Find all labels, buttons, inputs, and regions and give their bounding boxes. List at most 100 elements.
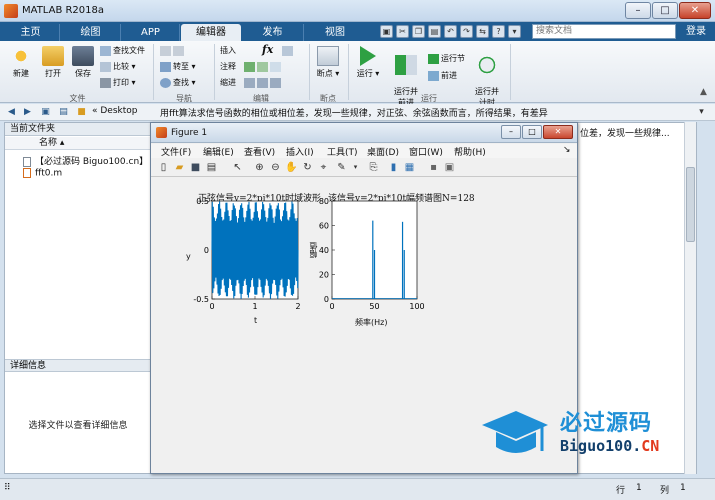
browse-folder-icon[interactable]: ▤ [58, 107, 69, 118]
subplot2-ytick-label: 60 [319, 222, 329, 231]
increase-indent-icon [257, 77, 268, 88]
nav-back-button[interactable] [160, 45, 186, 57]
figure-menu-file[interactable]: 文件(F) [161, 145, 191, 158]
current-path[interactable]: « Desktop [92, 106, 137, 116]
insert-button[interactable]: 插入 [220, 45, 236, 57]
zoom-out-icon[interactable]: ⊖ [269, 161, 282, 174]
ribbon-separator [309, 44, 310, 100]
figure-menu-desktop[interactable]: 桌面(D) [367, 145, 399, 158]
edit-plot-arrow-icon[interactable]: ↖ [231, 161, 244, 174]
save-figure-icon[interactable]: ■ [189, 161, 202, 174]
current-folder-description[interactable]: 用fft算法求信号函数的相位或相位差，发现一些规律，对正弦、余弦函数而言，所得结… [160, 106, 548, 119]
hide-plot-tools-icon[interactable]: ▪ [427, 161, 440, 174]
pan-hand-icon[interactable]: ✋ [285, 161, 298, 174]
insert-function-button[interactable]: fx [262, 44, 273, 56]
uncomment-icon [257, 61, 268, 72]
editor-text-snippet[interactable]: 位差，发现一些规律... [580, 126, 670, 139]
wrap-comment-icon [270, 61, 281, 72]
search-input[interactable]: 搜索文档 [532, 24, 676, 39]
run-button[interactable]: 运行 ▾ [353, 46, 383, 79]
breakpoint-group-label: 断点 [320, 94, 336, 103]
compare-button[interactable]: 比较 ▾ [100, 61, 136, 73]
breakpoints-button[interactable]: 断点 ▾ [313, 46, 343, 79]
indent-icons[interactable] [244, 77, 283, 89]
figure-menu-dock-icon[interactable]: ↘ [563, 145, 571, 155]
subplot1-xlabel: t [254, 316, 258, 325]
figure-menu-tools[interactable]: 工具(T) [327, 145, 358, 158]
file-list-item[interactable]: 【必过源码 Biguo100.cn】 [23, 154, 148, 167]
figure-menu-window[interactable]: 窗口(W) [409, 145, 443, 158]
print-icon [100, 77, 111, 88]
tab-apps[interactable]: APP [122, 24, 180, 41]
row-value: 1 [636, 483, 642, 493]
figure-close-button[interactable]: ✕ [543, 125, 573, 139]
switch-window-icon[interactable]: ⇆ [476, 25, 489, 38]
figure-menu-view[interactable]: 查看(V) [244, 145, 275, 158]
figure-maximize-button[interactable]: □ [522, 125, 542, 139]
customize-dropdown-icon[interactable]: ▾ [508, 25, 521, 38]
ribbon-collapse-icon[interactable]: ▲ [700, 87, 707, 97]
tab-publish[interactable]: 发布 [242, 24, 304, 41]
figure-menu-edit[interactable]: 编辑(E) [203, 145, 234, 158]
forward-arrow-icon[interactable]: ▶ [22, 107, 33, 118]
redo-icon[interactable]: ↷ [460, 25, 473, 38]
login-button[interactable]: 登录 [680, 24, 712, 39]
address-dropdown-icon[interactable]: ▾ [696, 107, 707, 118]
goto-button[interactable]: 转至 ▾ [160, 61, 196, 73]
run-section-button[interactable]: 运行节 [428, 53, 465, 65]
quick-paste-icon[interactable]: ▤ [428, 25, 441, 38]
open-file-icon[interactable]: ▰ [173, 161, 186, 174]
title-bar: MATLAB R2018a – □ ✕ [0, 0, 715, 22]
figure-menu-insert[interactable]: 插入(I) [286, 145, 314, 158]
goto-icon [160, 61, 171, 72]
indent-button[interactable]: 缩进 [220, 77, 236, 89]
tab-view[interactable]: 视图 [305, 24, 365, 41]
compare-icon [100, 61, 111, 72]
minimize-button[interactable]: – [625, 2, 651, 19]
figure-menu-bar: 文件(F) 编辑(E) 查看(V) 插入(I) 工具(T) 桌面(D) 窗口(W… [151, 144, 577, 158]
insert-legend-icon[interactable]: ▦ [403, 161, 416, 174]
details-hint-text: 选择文件以查看详细信息 [28, 421, 128, 431]
figure-minimize-button[interactable]: – [501, 125, 521, 139]
brush-dropdown-icon[interactable]: ▾ [349, 161, 362, 174]
quick-cut-icon[interactable]: ✂ [396, 25, 409, 38]
print-figure-icon[interactable]: ▤ [205, 161, 218, 174]
biguo-watermark: 必过源码 Biguo100.CN [480, 405, 715, 475]
maximize-button[interactable]: □ [652, 2, 678, 19]
show-plot-tools-icon[interactable]: ▣ [443, 161, 456, 174]
brush-icon[interactable]: ✎ [335, 161, 348, 174]
tab-plots[interactable]: 绘图 [61, 24, 121, 41]
up-folder-icon[interactable]: ▣ [40, 107, 51, 118]
save-button[interactable]: 保存 [68, 46, 98, 79]
tab-home[interactable]: 主页 [2, 24, 60, 41]
file-list-item[interactable]: fft0.m [23, 168, 62, 179]
help-icon[interactable]: ? [492, 25, 505, 38]
insert-dropdown-icon[interactable] [282, 45, 295, 57]
ribbon-separator [214, 44, 215, 100]
comment-button[interactable]: 注释 [220, 61, 236, 73]
quick-copy-icon[interactable]: ❐ [412, 25, 425, 38]
scrollbar-thumb[interactable] [686, 167, 695, 242]
zoom-in-icon[interactable]: ⊕ [253, 161, 266, 174]
advance-button[interactable]: 前进 [428, 70, 457, 82]
undo-icon[interactable]: ↶ [444, 25, 457, 38]
find-button[interactable]: 查找 ▾ [160, 77, 196, 89]
find-files-button[interactable]: 查找文件 [100, 45, 145, 57]
insert-colorbar-icon[interactable]: ▮ [387, 161, 400, 174]
back-arrow-icon[interactable]: ◀ [6, 107, 17, 118]
quick-save-icon[interactable]: ▣ [380, 25, 393, 38]
open-button[interactable]: 打开 [38, 46, 68, 79]
status-grip-icon: ⠿ [4, 483, 11, 493]
link-plot-icon[interactable]: ⎘ [367, 161, 380, 174]
figure-menu-help[interactable]: 帮助(H) [454, 145, 486, 158]
rotate-3d-icon[interactable]: ↻ [301, 161, 314, 174]
new-button[interactable]: 新建 [5, 46, 37, 79]
data-cursor-icon[interactable]: ⌖ [317, 161, 330, 174]
subplot2-axes: 0 50 100 0 20 40 60 80 [319, 198, 425, 311]
comment-icons[interactable] [244, 61, 283, 73]
new-figure-icon[interactable]: ▯ [157, 161, 170, 174]
tab-editor[interactable]: 编辑器 [181, 24, 241, 41]
close-button[interactable]: ✕ [679, 2, 711, 19]
name-column-header[interactable]: 名称 ▴ [5, 137, 151, 150]
print-button[interactable]: 打印 ▾ [100, 77, 136, 89]
